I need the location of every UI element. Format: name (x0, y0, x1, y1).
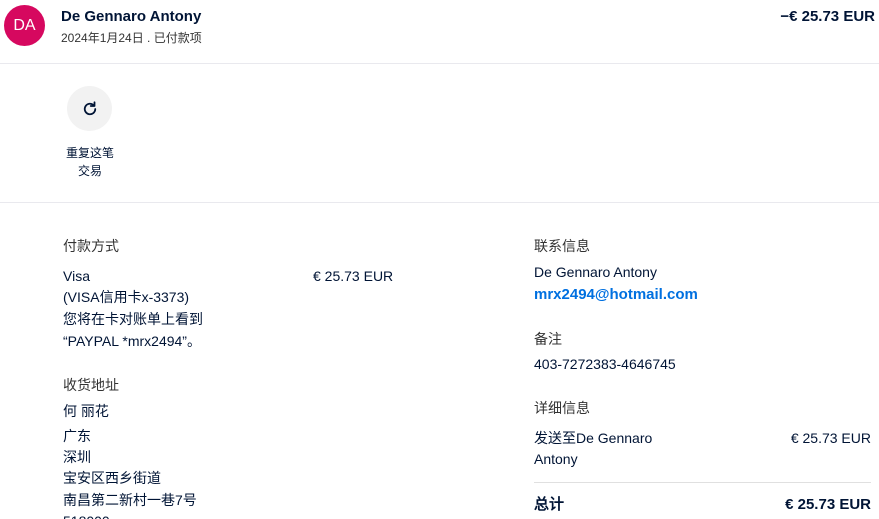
sent-to-line1: 发送至De Gennaro (534, 430, 653, 446)
payment-card: (VISA信用卡x-3373) (63, 289, 190, 305)
repeat-transaction-button[interactable] (67, 86, 112, 131)
payment-amount: € 25.73 EUR (313, 268, 394, 284)
contact-email-link[interactable]: mrx2494@hotmail.com (534, 286, 698, 303)
payment-method: Visa (63, 268, 90, 284)
payment-method-title: 付款方式 (63, 238, 119, 254)
sent-amount: € 25.73 EUR (790, 430, 871, 446)
shipping-address-title: 收货地址 (63, 377, 119, 393)
note-value: 403-7272383-4646745 (534, 356, 676, 372)
total-amount: € 25.73 EUR (785, 496, 871, 513)
address-city: 深圳 (63, 449, 91, 465)
contact-name: De Gennaro Antony (534, 264, 657, 280)
address-district: 宝安区西乡街道 (63, 470, 161, 486)
contact-info-title: 联系信息 (534, 238, 590, 254)
transaction-date-status: 2024年1月24日 . 已付款项 (61, 31, 202, 45)
address-postcode: 518000 (63, 511, 110, 519)
transaction-amount: −€ 25.73 EUR (780, 8, 875, 25)
payee-name: De Gennaro Antony (61, 8, 202, 25)
avatar: DA (4, 5, 45, 46)
details-title: 详细信息 (534, 400, 590, 416)
refresh-icon (83, 100, 96, 115)
statement-note-line2: “PAYPAL *mrx2494”。 (63, 333, 201, 349)
transaction-header: DA De Gennaro Antony 2024年1月24日 . 已付款项 −… (0, 0, 879, 64)
recipient-name: 何 丽花 (63, 403, 109, 419)
actions-bar: 重复这笔 交易 (0, 64, 879, 203)
total-label: 总计 (534, 496, 565, 513)
details-divider (534, 482, 871, 483)
address-province: 广东 (63, 428, 91, 444)
repeat-transaction-label[interactable]: 重复这笔 交易 (55, 144, 125, 180)
sent-to-line2: Antony (534, 451, 578, 467)
address-street: 南昌第二新村一巷7号 (63, 492, 197, 508)
note-title: 备注 (534, 331, 562, 347)
statement-note-line1: 您将在卡对账单上看到 (63, 311, 203, 327)
